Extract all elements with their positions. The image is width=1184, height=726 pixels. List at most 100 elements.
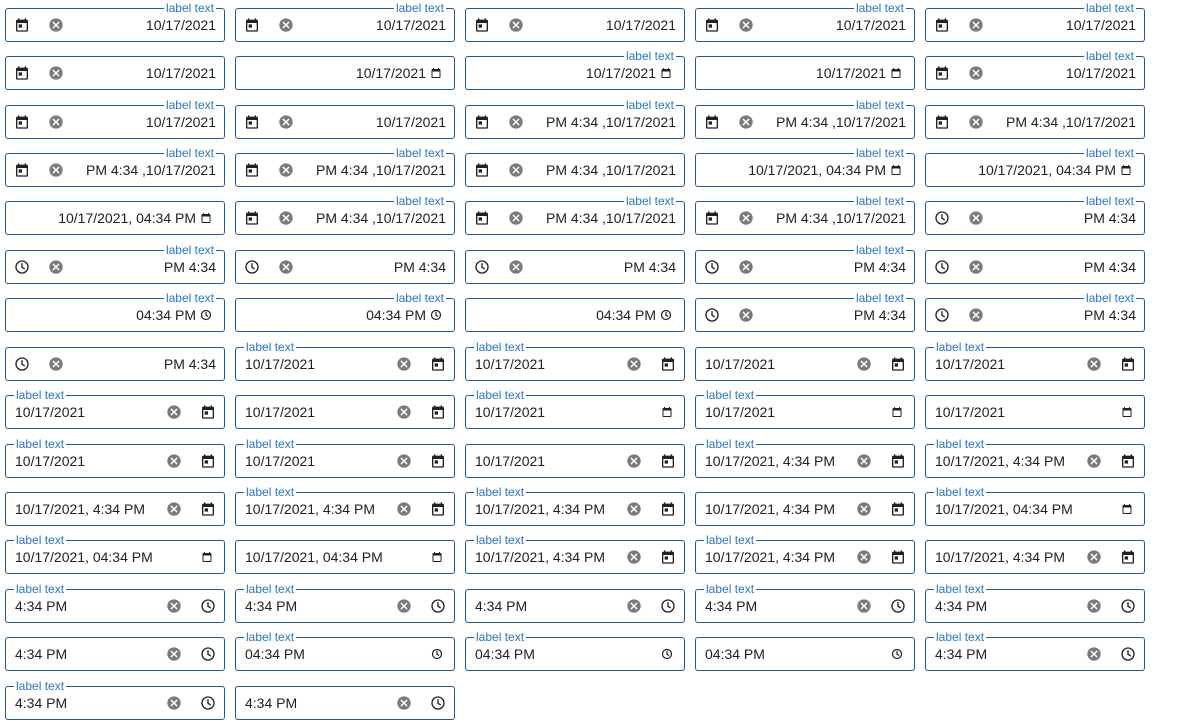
field-value[interactable]: PM 4:34 xyxy=(164,348,216,380)
field-value[interactable]: PM 4:34 ,10/17/2021 xyxy=(546,154,676,186)
calendar-icon[interactable] xyxy=(14,17,30,33)
date-field[interactable]: 10/17/2021 xyxy=(465,8,685,42)
calendar-icon[interactable] xyxy=(659,66,673,80)
calendar-icon[interactable] xyxy=(14,162,30,178)
field-value[interactable]: 10/17/2021, 04:34 PM xyxy=(15,541,153,573)
field-value[interactable]: 04:34 PM xyxy=(705,638,765,670)
clear-icon[interactable] xyxy=(856,549,872,565)
date-field[interactable]: label text 10/17/2021 xyxy=(925,340,1145,381)
clear-icon[interactable] xyxy=(1086,598,1102,614)
calendar-icon[interactable] xyxy=(890,453,906,469)
field-value[interactable]: 10/17/2021, 4:34 PM xyxy=(705,445,835,477)
calendar-icon[interactable] xyxy=(244,114,260,130)
calendar-icon[interactable] xyxy=(660,405,674,419)
datetime-field[interactable]: label text 10/17/2021, 04:34 PM xyxy=(5,533,225,574)
time-field[interactable]: label text PM 4:34 xyxy=(695,243,915,284)
calendar-icon[interactable] xyxy=(1120,453,1136,469)
calendar-icon[interactable] xyxy=(1120,405,1134,419)
field-value[interactable]: 04:34 PM xyxy=(475,638,535,670)
clock-icon[interactable] xyxy=(890,598,906,614)
date-field[interactable]: label text 10/17/2021 xyxy=(5,437,225,478)
clear-icon[interactable] xyxy=(396,356,412,372)
time-field[interactable]: label text 4:34 PM xyxy=(5,679,225,720)
clear-icon[interactable] xyxy=(508,17,524,33)
field-value[interactable]: 10/17/2021, 04:34 PM xyxy=(748,154,886,186)
date-field[interactable]: label text 10/17/2021 xyxy=(235,437,455,478)
calendar-icon[interactable] xyxy=(1120,502,1134,516)
field-value[interactable]: 04:34 PM xyxy=(596,299,656,331)
field-value[interactable]: PM 4:34 ,10/17/2021 xyxy=(316,202,446,234)
field-value[interactable]: 10/17/2021 xyxy=(475,396,545,428)
clock-icon[interactable] xyxy=(430,647,444,661)
field-value[interactable]: 10/17/2021, 04:34 PM xyxy=(978,154,1116,186)
field-value[interactable]: 10/17/2021 xyxy=(816,57,886,89)
field-value[interactable]: PM 4:34 xyxy=(394,251,446,283)
calendar-icon[interactable] xyxy=(889,163,903,177)
clear-icon[interactable] xyxy=(508,114,524,130)
clear-icon[interactable] xyxy=(968,65,984,81)
field-value[interactable]: 4:34 PM xyxy=(935,590,987,622)
datetime-field[interactable]: label text PM 4:34 ,10/17/2021 xyxy=(465,194,685,235)
field-value[interactable]: 10/17/2021 xyxy=(245,445,315,477)
calendar-icon[interactable] xyxy=(14,65,30,81)
field-value[interactable]: 10/17/2021 xyxy=(376,9,446,41)
date-field[interactable]: 10/17/2021 xyxy=(925,395,1145,429)
field-value[interactable]: 10/17/2021 xyxy=(15,445,85,477)
datetime-field[interactable]: label text 10/17/2021, 04:34 PM xyxy=(925,485,1145,526)
clear-icon[interactable] xyxy=(508,210,524,226)
calendar-icon[interactable] xyxy=(244,162,260,178)
calendar-icon[interactable] xyxy=(14,114,30,130)
calendar-icon[interactable] xyxy=(430,404,446,420)
field-value[interactable]: 10/17/2021, 4:34 PM xyxy=(245,493,375,525)
calendar-icon[interactable] xyxy=(890,501,906,517)
calendar-icon[interactable] xyxy=(1119,163,1133,177)
clear-icon[interactable] xyxy=(278,162,294,178)
calendar-icon[interactable] xyxy=(474,162,490,178)
calendar-icon[interactable] xyxy=(244,17,260,33)
field-value[interactable]: 10/17/2021 xyxy=(475,348,545,380)
date-field[interactable]: label text 10/17/2021 xyxy=(925,1,1145,42)
date-field[interactable]: 10/17/2021 xyxy=(695,347,915,381)
field-value[interactable]: 10/17/2021 xyxy=(1066,57,1136,89)
clear-icon[interactable] xyxy=(278,114,294,130)
field-value[interactable]: PM 4:34 xyxy=(1084,299,1136,331)
clear-icon[interactable] xyxy=(166,453,182,469)
field-value[interactable]: 04:34 PM xyxy=(245,638,305,670)
datetime-field[interactable]: label text 10/17/2021, 4:34 PM xyxy=(695,533,915,574)
clear-icon[interactable] xyxy=(856,356,872,372)
clock-icon[interactable] xyxy=(430,598,446,614)
field-value[interactable]: 10/17/2021 xyxy=(705,348,775,380)
clear-icon[interactable] xyxy=(508,162,524,178)
field-value[interactable]: 10/17/2021, 4:34 PM xyxy=(935,445,1065,477)
datetime-field[interactable]: label text 10/17/2021, 4:34 PM xyxy=(925,437,1145,478)
field-value[interactable]: 10/17/2021 xyxy=(586,57,656,89)
field-value[interactable]: PM 4:34 xyxy=(854,251,906,283)
clear-icon[interactable] xyxy=(968,17,984,33)
clear-icon[interactable] xyxy=(738,259,754,275)
calendar-icon[interactable] xyxy=(890,549,906,565)
field-value[interactable]: PM 4:34 xyxy=(164,251,216,283)
time-field[interactable]: label text PM 4:34 xyxy=(5,243,225,284)
datetime-field[interactable]: label text 10/17/2021, 4:34 PM xyxy=(465,533,685,574)
calendar-icon[interactable] xyxy=(474,114,490,130)
field-value[interactable]: 10/17/2021 xyxy=(245,348,315,380)
clock-icon[interactable] xyxy=(660,647,674,661)
field-value[interactable]: 10/17/2021, 4:34 PM xyxy=(935,541,1065,573)
date-field[interactable]: label text 10/17/2021 xyxy=(5,388,225,429)
clear-icon[interactable] xyxy=(738,114,754,130)
calendar-icon[interactable] xyxy=(1120,356,1136,372)
field-value[interactable]: PM 4:34 ,10/17/2021 xyxy=(776,106,906,138)
field-value[interactable]: 04:34 PM xyxy=(366,299,426,331)
clock-icon[interactable] xyxy=(474,259,490,275)
calendar-icon[interactable] xyxy=(429,66,443,80)
field-value[interactable]: 4:34 PM xyxy=(705,590,757,622)
field-value[interactable]: PM 4:34 ,10/17/2021 xyxy=(546,202,676,234)
field-value[interactable]: 10/17/2021 xyxy=(935,348,1005,380)
clock-icon[interactable] xyxy=(1120,646,1136,662)
clear-icon[interactable] xyxy=(48,162,64,178)
clear-icon[interactable] xyxy=(968,259,984,275)
datetime-field[interactable]: PM 4:34 ,10/17/2021 xyxy=(925,105,1145,139)
field-value[interactable]: 10/17/2021, 04:34 PM xyxy=(245,541,383,573)
calendar-icon[interactable] xyxy=(430,501,446,517)
clock-icon[interactable] xyxy=(430,695,446,711)
